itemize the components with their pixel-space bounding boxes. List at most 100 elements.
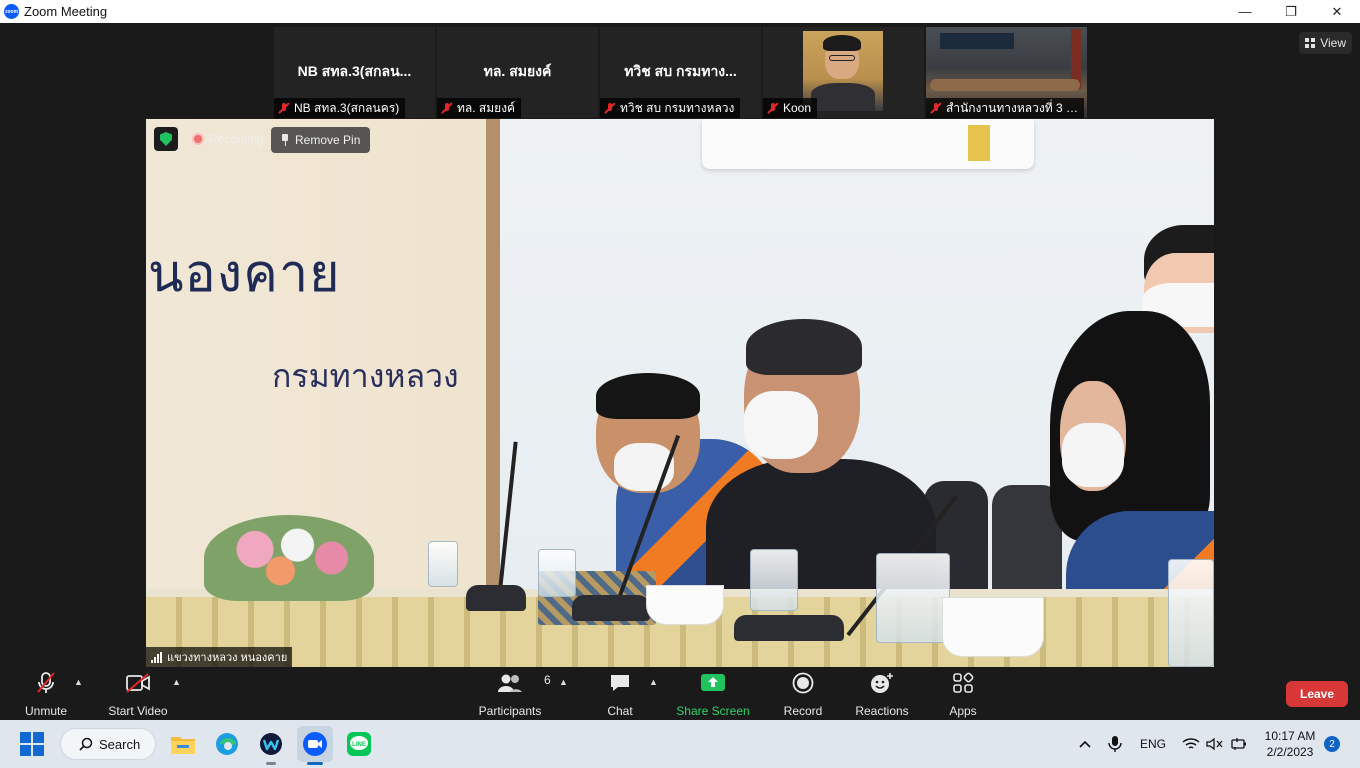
wifi-icon[interactable] [1182, 720, 1200, 768]
record-icon [791, 671, 815, 695]
chat-bubble-icon [608, 671, 632, 695]
participant-name: NB สทล.3(สกลนคร) [294, 100, 400, 115]
video-person [596, 373, 700, 419]
record-label: Record [783, 704, 823, 718]
reactions-button[interactable]: Reactions [853, 671, 911, 718]
video-glass [1168, 559, 1214, 667]
mic-muted-icon [604, 102, 616, 114]
zoom-logo-text: zoom [4, 8, 19, 15]
speaker-name: แขวงทางหลวง หนองคาย [167, 652, 288, 664]
chat-button[interactable]: Chat [600, 671, 640, 718]
participant-name-tag: สำนักงานทางหลวงที่ 3 ส... [926, 98, 1084, 118]
pinned-video[interactable]: นองคาย กรมทางหลวง Recording Remove Pin แ… [146, 119, 1214, 667]
participant-strip: NB สทล.3(สกลน... NB สทล.3(สกลนคร) ทล. สม… [274, 27, 1087, 118]
taskbar-search-label: Search [99, 736, 141, 752]
apps-label: Apps [949, 704, 977, 718]
taskbar-edge[interactable] [209, 726, 245, 762]
participants-label: Participants [478, 704, 542, 718]
participant-display-name: ทวิช สบ กรมทาง... [624, 63, 737, 79]
apps-icon [951, 671, 975, 695]
close-button[interactable]: ✕ [1314, 0, 1360, 23]
recording-indicator[interactable]: Recording [186, 127, 270, 151]
taskbar-zoom[interactable] [297, 726, 333, 765]
windows-start-icon[interactable] [20, 732, 44, 756]
video-person [1062, 423, 1124, 487]
meeting-toolbar: Unmute ▲ Start Video ▲ 6 Participants ▲ … [0, 667, 1360, 720]
battery-icon[interactable] [1230, 720, 1248, 768]
minimize-button[interactable]: — [1222, 0, 1268, 23]
participant-name-tag: Koon [763, 98, 818, 118]
taskbar-search-button[interactable]: Search [60, 728, 156, 760]
unmute-label: Unmute [24, 704, 68, 718]
tray-microphone-icon[interactable] [1108, 720, 1122, 768]
recording-dot-icon [192, 133, 204, 145]
participants-options-chevron-icon[interactable]: ▲ [559, 677, 568, 687]
recording-label: Recording [209, 132, 264, 146]
search-icon [79, 737, 93, 751]
start-video-button[interactable]: Start Video [106, 671, 170, 718]
apps-button[interactable]: Apps [944, 671, 982, 718]
share-screen-icon [700, 671, 726, 695]
video-microphone [734, 615, 844, 641]
svg-text:LINE: LINE [352, 742, 366, 748]
windows-taskbar: Search LINE ENG 10:17 AM 2/2/2023 2 [0, 720, 1360, 768]
video-glass [428, 541, 458, 587]
unmute-button[interactable]: Unmute [22, 671, 70, 718]
participant-name-tag: NB สทล.3(สกลนคร) [274, 98, 406, 118]
speaker-muted-icon[interactable] [1206, 720, 1224, 768]
taskbar-webex[interactable] [253, 726, 289, 765]
grid-icon [1305, 38, 1316, 48]
participant-tile[interactable]: สำนักงานทางหลวงที่ 3 ส... [926, 27, 1087, 118]
folder-icon [171, 737, 195, 754]
tray-overflow-chevron-icon[interactable] [1078, 720, 1092, 768]
participant-tile[interactable]: ทล. สมยงค์ ทล. สมยงค์ [437, 27, 598, 118]
taskbar-file-explorer[interactable] [165, 726, 201, 762]
window-controls: — ❐ ✕ [1222, 0, 1360, 23]
view-button[interactable]: View [1299, 32, 1352, 54]
video-microphone [466, 585, 526, 611]
webex-icon [260, 733, 282, 755]
title-bar: zoom Zoom Meeting — ❐ ✕ [0, 0, 1360, 23]
participant-name: สำนักงานทางหลวงที่ 3 ส... [946, 100, 1078, 115]
mic-muted-icon [441, 102, 453, 114]
share-screen-label: Share Screen [676, 704, 750, 718]
leave-button[interactable]: Leave [1286, 681, 1348, 707]
share-screen-button[interactable]: Share Screen [676, 671, 750, 718]
mic-muted-icon [278, 102, 290, 114]
restore-button[interactable]: ❐ [1268, 0, 1314, 23]
pin-icon [281, 134, 289, 146]
participant-name-tag: ทล. สมยงค์ [437, 98, 522, 118]
taskbar-clock[interactable]: 10:17 AM 2/2/2023 [1258, 728, 1322, 760]
video-glass [750, 549, 798, 611]
video-air-conditioner [702, 119, 1034, 169]
participant-display-name: ทล. สมยงค์ [483, 63, 552, 79]
mic-muted-icon [35, 671, 57, 695]
clock-date: 2/2/2023 [1266, 745, 1314, 759]
participants-button[interactable]: 6 Participants [476, 671, 551, 718]
language-indicator[interactable]: ENG [1140, 720, 1166, 768]
chat-options-chevron-icon[interactable]: ▲ [649, 677, 658, 687]
encryption-shield-icon[interactable] [154, 127, 178, 151]
participant-name-tag: ทวิช สบ กรมทางหลวง [600, 98, 741, 118]
line-app-icon: LINE [347, 732, 371, 756]
notification-badge[interactable]: 2 [1324, 736, 1340, 752]
video-glass [876, 553, 950, 643]
video-off-icon [124, 671, 152, 695]
video-person [744, 391, 818, 459]
participant-tile[interactable]: Koon [763, 27, 924, 118]
participant-name: ทล. สมยงค์ [457, 100, 516, 115]
window-title: Zoom Meeting [24, 4, 108, 19]
video-person [746, 319, 862, 375]
video-options-chevron-icon[interactable]: ▲ [172, 677, 181, 687]
participant-tile[interactable]: NB สทล.3(สกลน... NB สทล.3(สกลนคร) [274, 27, 435, 118]
remove-pin-button[interactable]: Remove Pin [271, 127, 371, 153]
view-label: View [1320, 36, 1346, 50]
video-microphone [572, 595, 650, 621]
video-cup [942, 597, 1044, 657]
participants-icon: 6 [496, 671, 551, 695]
taskbar-line[interactable]: LINE [341, 726, 377, 762]
participant-tile[interactable]: ทวิช สบ กรมทาง... ทวิช สบ กรมทางหลวง [600, 27, 761, 118]
smiley-plus-icon [869, 671, 895, 695]
record-button[interactable]: Record [781, 671, 825, 718]
audio-options-chevron-icon[interactable]: ▲ [74, 677, 83, 687]
